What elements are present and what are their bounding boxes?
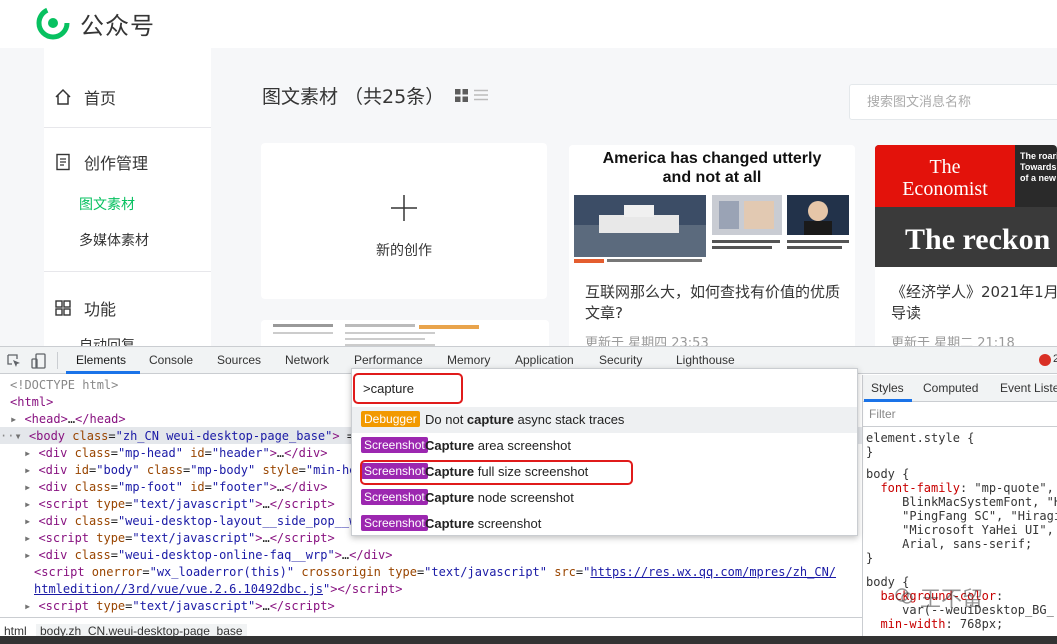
command-label: Capture node screenshot [425,490,574,505]
thumb-headline-line2: and not at all [663,169,762,186]
command-label: Do not capture async stack traces [425,412,625,427]
watermark-text: 王不留 [920,587,983,611]
style-rule[interactable]: body { font-family: "mp-quote", -apple B… [866,467,1057,565]
tab-application[interactable]: Application [515,353,574,367]
dom-line[interactable]: ▸ <script type="text/javascript">…</scri… [24,598,335,615]
nav-features[interactable]: 功能 [54,296,116,320]
tab-elements[interactable]: Elements [76,353,126,367]
command-badge: Screenshot [361,437,428,453]
command-item[interactable]: Screenshot Capture screenshot [352,511,857,537]
sidebar: 首页 创作管理 图文素材 多媒体素材 功能 自动回复 [44,48,211,346]
wechat-logo-icon [36,6,70,40]
error-icon[interactable] [1039,354,1051,366]
nav-home-label: 首页 [84,89,117,108]
styles-tabbar: Styles Computed Event Listeners [863,375,1057,402]
command-input[interactable] [353,373,463,404]
dom-line[interactable]: <html> [10,394,53,411]
dom-line[interactable]: ▸ <head>…</head> [10,411,126,428]
wechat-watermark-icon [895,588,913,604]
new-creation-card[interactable]: 新的创作 [261,143,547,299]
thumb-headline-line1: America has changed utterly [603,150,822,167]
command-item[interactable]: Screenshot Capture node screenshot [352,485,857,511]
active-tab-indicator [864,399,912,402]
nav-sub-autoreply[interactable]: 自动回复 [79,338,135,346]
dom-line[interactable]: <script onerror="wx_loaderror(this)" cro… [34,564,836,581]
command-item[interactable]: Debugger Do not capture async stack trac… [352,407,857,433]
grid-icon [55,300,71,316]
tab-network[interactable]: Network [285,353,329,367]
tab-lighthouse[interactable]: Lighthouse [676,353,735,367]
top-header: 公众号 [0,0,1057,48]
command-menu: Debugger Do not capture async stack trac… [351,368,858,536]
dock-strip [0,636,1057,644]
article-card[interactable]: The Economist The roari Towards of a new… [875,145,1057,350]
nav-home[interactable]: 首页 [54,85,116,109]
tab-performance[interactable]: Performance [354,353,423,367]
nav-sub-image-text[interactable]: 图文素材 [79,194,135,214]
dom-line[interactable]: ▸ <div class="weui-desktop-layout__side_… [24,513,378,530]
command-badge: Screenshot [361,515,428,531]
command-badge: Screenshot [361,489,428,505]
svg-text:Towards: Towards [1020,162,1056,172]
article-card[interactable]: America has changed utterly and not at a… [569,145,855,350]
highlight-annotation [360,460,633,485]
tab-computed[interactable]: Computed [923,381,978,395]
search-input[interactable] [850,85,1057,119]
device-toolbar-icon[interactable] [31,353,47,369]
style-rule[interactable]: element.style { } [866,431,974,459]
command-badge: Debugger [361,411,420,427]
tab-console[interactable]: Console [149,353,193,367]
new-creation-label: 新的创作 [376,243,432,259]
page-title: 图文素材 （共25条） [262,86,445,108]
styles-filter-input[interactable]: Filter [869,407,896,421]
tab-event-listeners[interactable]: Event Listeners [1000,381,1057,395]
divider [44,127,211,128]
svg-text:The reckon: The reckon [905,223,1051,256]
svg-text:The: The [929,156,960,178]
svg-text:Economist: Economist [902,178,988,200]
nav-features-label: 功能 [84,300,117,319]
dom-line[interactable]: ▸ <script type="text/javascript">…</scri… [24,496,335,513]
article-title[interactable]: 互联网那么大，如何查找有价值的优质文章? [585,282,845,324]
svg-text:The roari: The roari [1020,151,1057,161]
toolbar-divider [57,352,58,369]
plus-icon [391,195,417,221]
tab-sources[interactable]: Sources [217,353,261,367]
home-icon [55,88,71,105]
document-icon [56,153,70,171]
dom-line[interactable]: htmledition//3rd/vue/vue.2.6.10492dbc.js… [34,581,402,598]
article-thumbnail: America has changed utterly and not at a… [569,145,855,267]
dom-line[interactable]: ▸ <div class="weui-desktop-online-faq__w… [24,547,393,564]
article-title[interactable]: 《经济学人》2021年1月导读 [891,282,1057,324]
divider [44,271,211,272]
article-thumbnail: The Economist The roari Towards of a new… [875,145,1057,267]
dom-line[interactable]: ▸ <div class="mp-head" id="header">…</di… [24,445,328,462]
nav-creation[interactable]: 创作管理 [54,150,148,174]
tab-security[interactable]: Security [599,353,642,367]
svg-text:of a new: of a new [1020,173,1057,183]
command-label: Capture screenshot [425,516,542,531]
command-label: Capture area screenshot [425,438,571,453]
divider [863,426,1057,427]
dom-line[interactable]: ▸ <script type="text/javascript">…</scri… [24,530,335,547]
inspect-element-icon[interactable] [6,353,22,369]
logo-text[interactable]: 公众号 [80,6,155,41]
dom-line[interactable]: ··▾ <body class="zh_CN weui-desktop-page… [0,428,383,445]
command-item[interactable]: Screenshot Capture area screenshot [352,433,857,459]
dom-line[interactable]: ▸ <div class="mp-foot" id="footer">…</di… [24,479,328,496]
dom-line[interactable]: <!DOCTYPE html> [10,377,118,394]
active-tab-indicator [66,371,140,374]
tab-memory[interactable]: Memory [447,353,490,367]
search-box[interactable] [849,84,1057,120]
nav-sub-media[interactable]: 多媒体素材 [79,230,149,250]
list-view-icon[interactable] [474,89,488,101]
tab-styles[interactable]: Styles [871,381,904,395]
error-count[interactable]: 2 [1053,353,1057,365]
nav-creation-label: 创作管理 [84,154,149,173]
grid-view-icon[interactable] [455,89,468,102]
